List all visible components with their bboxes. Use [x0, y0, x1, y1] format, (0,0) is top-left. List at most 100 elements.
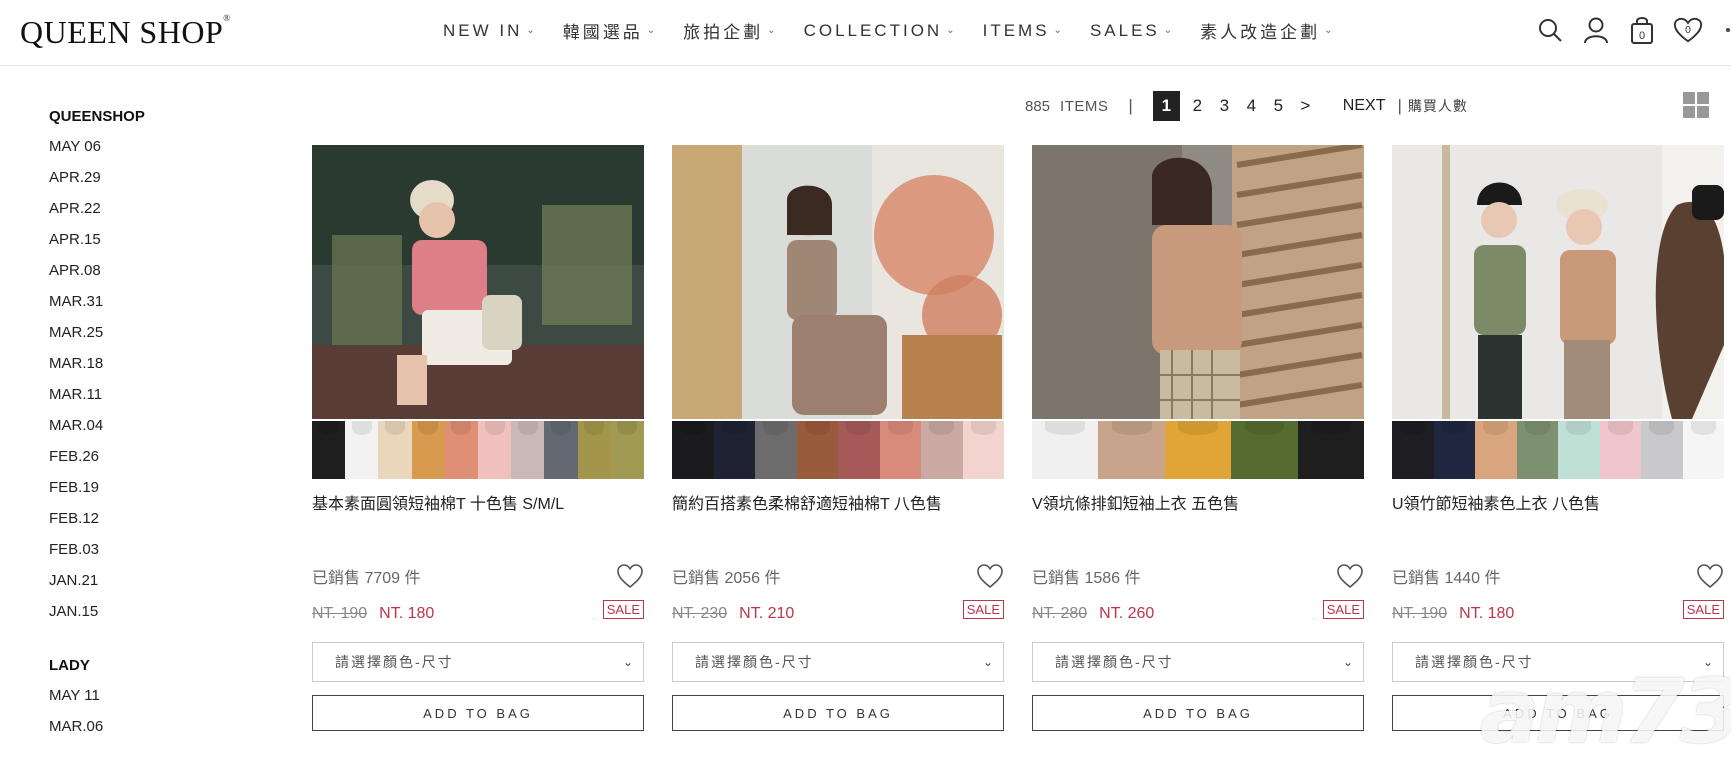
product-name[interactable]: V領坑條排釦短袖上衣 五色售	[1032, 495, 1364, 563]
sidebar-link[interactable]: APR.08	[49, 262, 249, 293]
sidebar-link[interactable]: JAN.21	[49, 572, 249, 603]
color-swatch	[1098, 421, 1165, 479]
sidebar-link[interactable]: FEB.19	[49, 479, 249, 510]
sold-count: 已銷售 1440 件	[1392, 570, 1501, 587]
search-icon[interactable]	[1535, 14, 1565, 46]
page-current[interactable]: 1	[1152, 91, 1180, 121]
heart-icon[interactable]	[616, 563, 644, 589]
product-photo[interactable]	[312, 145, 644, 419]
sidebar-link[interactable]: FEB.12	[49, 510, 249, 541]
sold-count: 已銷售 2056 件	[672, 570, 781, 587]
sale-badge: SALE	[602, 600, 644, 619]
heart-icon[interactable]	[1696, 563, 1724, 589]
nav-item-3[interactable]: COLLECTION ⌄	[804, 18, 955, 43]
chevron-down-icon: ⌄	[767, 25, 776, 36]
nav-item-6[interactable]: 素人改造企劃 ⌄	[1200, 18, 1332, 43]
color-size-select[interactable]: 請選擇顏色-尺寸 ⌄	[312, 642, 644, 682]
sold-count: 已銷售 1586 件	[1032, 570, 1141, 587]
sold-row: 已銷售 1440 件	[1392, 563, 1724, 589]
color-swatch	[610, 421, 644, 479]
original-price: NT. 230	[672, 605, 728, 622]
account-icon[interactable]	[1581, 14, 1611, 46]
page-forward-arrow[interactable]: >	[1292, 91, 1319, 121]
sold-row: 已銷售 2056 件	[672, 563, 1004, 589]
sidebar-link[interactable]: APR.29	[49, 169, 249, 200]
product-photo[interactable]	[1032, 145, 1364, 419]
sidebar-link[interactable]: MAR.04	[49, 417, 249, 448]
sidebar-link[interactable]: FEB.26	[49, 448, 249, 479]
heart-icon[interactable]	[1336, 563, 1364, 589]
sidebar-link[interactable]: APR.22	[49, 200, 249, 231]
toolbar-divider: |	[1128, 96, 1133, 115]
price-row: NT. 190 NT. 180 SALE	[312, 600, 644, 624]
add-to-bag-button[interactable]: ADD TO BAG	[1032, 695, 1364, 731]
color-size-select[interactable]: 請選擇顏色-尺寸 ⌄	[1032, 642, 1364, 682]
color-swatch	[577, 421, 611, 479]
sale-badge: SALE	[1682, 600, 1724, 619]
sidebar-link[interactable]: MAR.31	[49, 293, 249, 324]
sidebar-link[interactable]: MAR.06	[49, 718, 249, 749]
chevron-down-icon: ⌄	[1342, 655, 1353, 669]
heart-icon[interactable]	[976, 563, 1004, 589]
nav-label: 素人改造企劃	[1200, 23, 1321, 42]
product-name[interactable]: 基本素面圓領短袖棉T 十色售 S/M/L	[312, 495, 644, 563]
nav-item-1[interactable]: 韓國選品 ⌄	[563, 18, 655, 43]
page-link[interactable]: 5	[1265, 91, 1292, 121]
color-swatch	[1433, 421, 1475, 479]
nav-label: 旅拍企劃	[683, 23, 764, 42]
color-swatch	[1231, 421, 1298, 479]
wishlist-icon[interactable]: 0	[1673, 14, 1703, 46]
nav-item-0[interactable]: NEW IN ⌄	[443, 18, 535, 43]
add-to-bag-button[interactable]: ADD TO BAG	[312, 695, 644, 731]
listing-toolbar: 885 ITEMS | 1 2 3 4 5 > NEXT | 購買人數	[1025, 91, 1468, 121]
sidebar-link[interactable]: MAR.25	[49, 324, 249, 355]
color-swatch	[478, 421, 512, 479]
sidebar-link[interactable]: APR.15	[49, 231, 249, 262]
color-swatch	[1599, 421, 1641, 479]
sidebar-link[interactable]: MAR.11	[49, 386, 249, 417]
nav-label: COLLECTION	[803, 20, 943, 40]
nav-item-4[interactable]: ITEMS ⌄	[983, 18, 1062, 43]
grid-view-icon[interactable]	[1683, 92, 1709, 118]
color-swatch	[921, 421, 963, 479]
sidebar-link[interactable]: FEB.03	[49, 541, 249, 572]
sold-row: 已銷售 7709 件	[312, 563, 644, 589]
sidebar-link[interactable]: JAN.15	[49, 603, 249, 634]
page-link[interactable]: 3	[1211, 91, 1238, 121]
color-size-select[interactable]: 請選擇顏色-尺寸 ⌄	[672, 642, 1004, 682]
sidebar-link[interactable]: MAR.18	[49, 355, 249, 386]
nav-label: SALES	[1089, 20, 1160, 40]
chevron-down-icon: ⌄	[646, 25, 656, 36]
product-card: 基本素面圓領短袖棉T 十色售 S/M/L 已銷售 7709 件 NT. 190 NT.…	[312, 145, 644, 731]
page-link[interactable]: 4	[1238, 91, 1265, 121]
sidebar-link[interactable]: MAY 11	[49, 687, 249, 718]
nav-item-5[interactable]: SALES ⌄	[1090, 18, 1172, 43]
color-swatch	[838, 421, 880, 479]
color-swatch	[444, 421, 479, 479]
sidebar: QUEENSHOP MAY 06 APR.29 APR.22 APR.15 APR.08…	[49, 108, 249, 749]
chevron-down-icon: ⌄	[1053, 25, 1062, 36]
product-name[interactable]: U領竹節短袖素色上衣 八色售	[1392, 495, 1724, 563]
nav-item-2[interactable]: 旅拍企劃 ⌄	[683, 18, 775, 43]
add-to-bag-button[interactable]: ADD TO BAG	[672, 695, 1004, 731]
cart-icon[interactable]: 0	[1627, 14, 1657, 46]
sale-badge: SALE	[962, 600, 1004, 619]
chevron-down-icon: ⌄	[622, 655, 633, 669]
sidebar-heading-lady: LADY	[49, 657, 90, 674]
product-name[interactable]: 簡約百搭素色柔棉舒適短袖棉T 八色售	[672, 495, 1004, 563]
sidebar-heading-queenshop: QUEENSHOP	[49, 108, 145, 125]
sidebar-link[interactable]: MAY 06	[49, 138, 249, 169]
sold-row: 已銷售 1586 件	[1032, 563, 1364, 589]
color-swatch	[312, 421, 346, 479]
main-nav: NEW IN ⌄ 韓國選品 ⌄ 旅拍企劃 ⌄ COLLECTION ⌄ ITEMS ⌄ SALES ⌄…	[443, 18, 1361, 43]
overflow-dot	[1726, 28, 1730, 32]
color-swatch	[511, 421, 545, 479]
brand-logo[interactable]: QUEEN SHOP®	[20, 13, 231, 51]
nav-label: ITEMS	[982, 20, 1050, 40]
sidebar-group-queenshop: MAY 06 APR.29 APR.22 APR.15 APR.08 MAR.31 MAR.…	[49, 138, 249, 634]
next-page-link[interactable]: NEXT	[1343, 97, 1386, 115]
product-photo[interactable]	[672, 145, 1004, 419]
sort-by-purchases[interactable]: 購買人數	[1408, 96, 1468, 116]
product-photo[interactable]	[1392, 145, 1724, 419]
page-link[interactable]: 2	[1184, 91, 1211, 121]
